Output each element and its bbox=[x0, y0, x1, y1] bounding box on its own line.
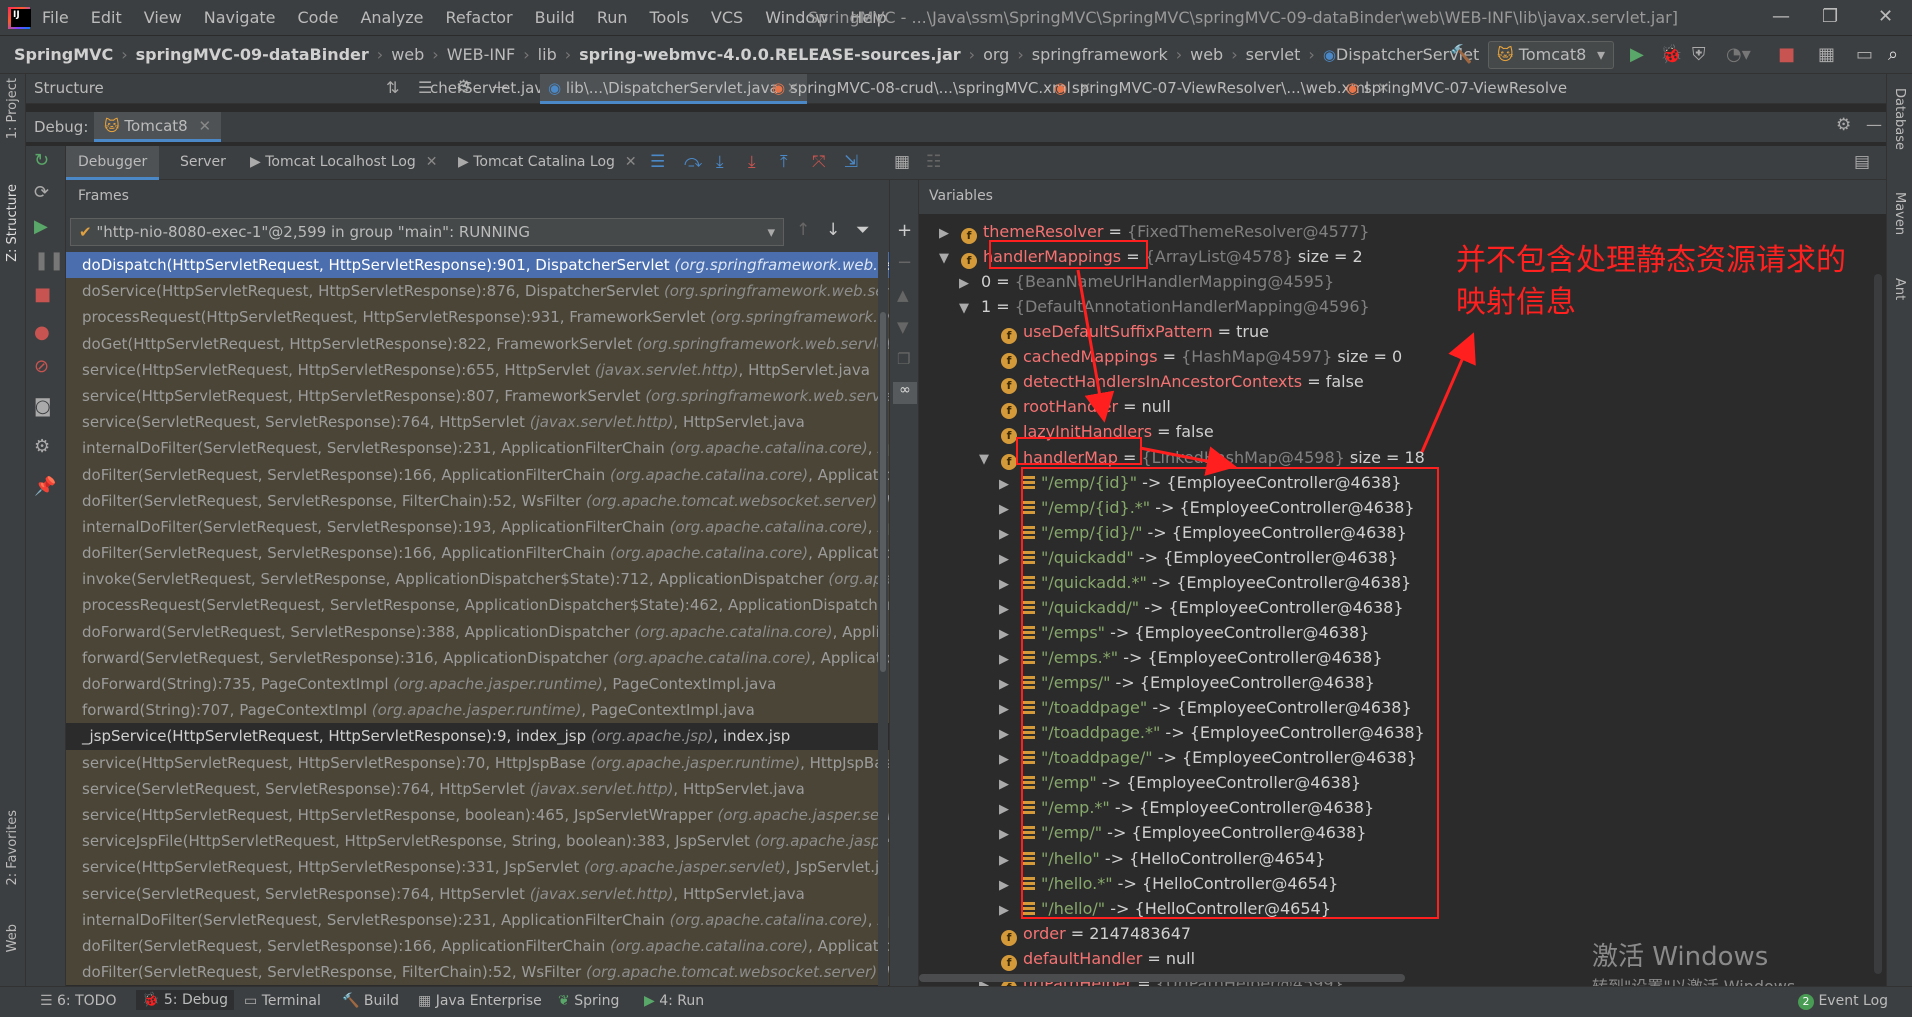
watermark-line-1: 激活 Windows bbox=[1592, 942, 1769, 972]
status-tab-java-enterprise[interactable]: ▦ Java Enterprise bbox=[418, 993, 542, 1009]
status-tab-terminal-label: Terminal bbox=[261, 993, 321, 1009]
status-tab-java-enterprise-label: Java Enterprise bbox=[435, 993, 542, 1009]
event-log-label: Event Log bbox=[1818, 993, 1889, 1009]
status-tab-debug[interactable]: 🐞 5: Debug bbox=[136, 990, 235, 1010]
status-tab-run[interactable]: ▶ 4: Run bbox=[644, 993, 704, 1009]
status-tab-run-label: 4: Run bbox=[659, 993, 705, 1009]
status-tab-todo-label: 6: TODO bbox=[57, 993, 117, 1009]
status-tab-spring-label: Spring bbox=[574, 993, 620, 1009]
status-tab-build-label: Build bbox=[363, 993, 400, 1009]
status-tab-spring[interactable]: ❦ Spring bbox=[558, 993, 619, 1009]
annotation-line-1: 并不包含处理静态资源请求的 bbox=[1456, 243, 1846, 278]
annotation-text: 并不包含处理静态资源请求的 映射信息 bbox=[1456, 240, 1886, 324]
event-log-count: 2 bbox=[1798, 994, 1814, 1010]
status-tab-debug-label: 5: Debug bbox=[163, 992, 229, 1008]
status-tab-terminal[interactable]: ▭ Terminal bbox=[244, 993, 321, 1009]
status-tab-build[interactable]: 🔨 Build bbox=[342, 993, 399, 1009]
status-bar: ☰ 6: TODO 🐞 5: Debug ▭ Terminal 🔨 Build … bbox=[0, 986, 1912, 1017]
event-log[interactable]: 2 Event Log bbox=[1798, 993, 1888, 1010]
annotation-arrows bbox=[1076, 269, 1476, 476]
status-tab-todo[interactable]: ☰ 6: TODO bbox=[40, 993, 116, 1009]
annotation-line-2: 映射信息 bbox=[1456, 285, 1576, 320]
